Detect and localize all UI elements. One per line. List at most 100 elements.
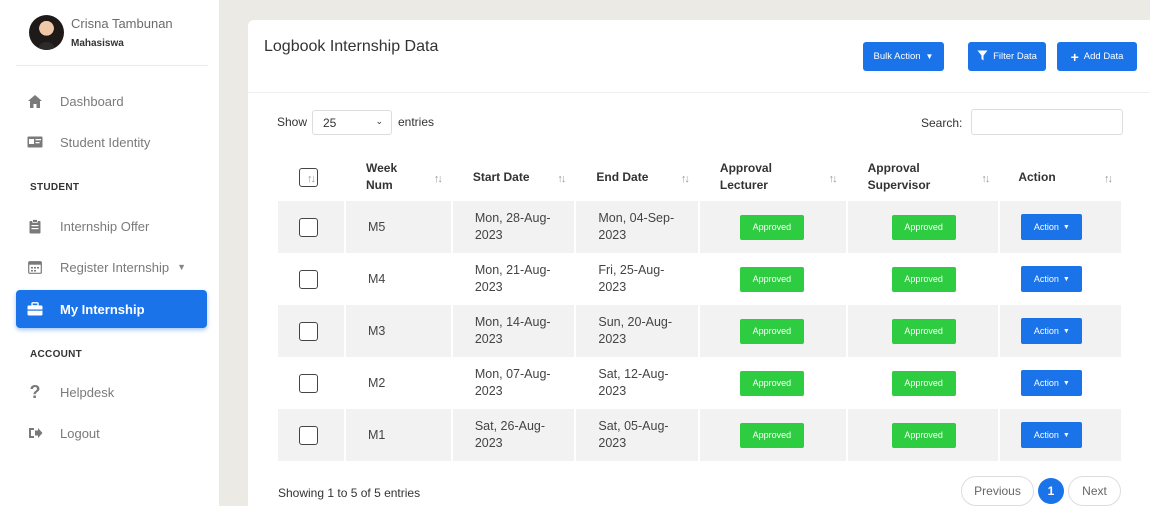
row-action-button[interactable]: Action ▼	[1021, 214, 1083, 240]
question-icon: ?	[29, 381, 41, 402]
sidebar-item-internship-offer[interactable]: Internship Offer	[16, 207, 207, 245]
section-student: STUDENT	[30, 182, 80, 193]
row-action-button[interactable]: Action ▼	[1021, 422, 1083, 448]
pagination-next[interactable]: Next	[1068, 476, 1121, 506]
row-checkbox[interactable]	[299, 269, 318, 289]
action-label: Action	[1033, 221, 1059, 232]
section-account: ACCOUNT	[30, 349, 83, 360]
search-input[interactable]	[971, 109, 1123, 135]
sort-icon: ↑↓	[828, 173, 838, 185]
chevron-down-icon: ⌄	[375, 116, 383, 126]
status-badge: Approved	[891, 370, 956, 396]
end-date-cell: Fri, 25-Aug-2023	[574, 253, 698, 305]
chevron-down-icon: ▼	[177, 262, 187, 272]
header-start-date[interactable]: Start Date ↑↓	[451, 153, 575, 201]
header-label: Week Num	[366, 161, 398, 192]
sidebar-item-label: Dashboard	[60, 93, 124, 109]
status-badge: Approved	[891, 318, 956, 344]
avatar	[29, 15, 64, 50]
action-cell: Action ▼	[998, 305, 1121, 357]
lecturer-approval-cell: Approved	[697, 305, 846, 357]
row-select-cell	[278, 409, 344, 461]
entries-select[interactable]: 25 ⌄	[312, 110, 392, 135]
header-end-date[interactable]: End Date ↑↓	[574, 153, 698, 201]
select-all-header[interactable]: ↑↓	[278, 153, 344, 201]
lecturer-approval-cell: Approved	[697, 201, 846, 253]
end-date-cell: Mon, 04-Sep-2023	[574, 201, 698, 253]
row-action-button[interactable]: Action ▼	[1021, 370, 1083, 396]
bulk-action-label: Bulk Action	[873, 51, 921, 62]
supervisor-approval-cell: Approved	[845, 201, 999, 253]
sidebar-item-my-internship[interactable]: My Internship	[16, 290, 207, 328]
row-checkbox[interactable]	[299, 321, 318, 341]
table-row: M2 Mon, 07-Aug-2023 Sat, 12-Aug-2023 App…	[278, 357, 1121, 409]
add-data-button[interactable]: + Add Data	[1057, 42, 1137, 71]
row-checkbox[interactable]	[299, 217, 318, 237]
search-label: Search:	[921, 116, 963, 130]
pagination-previous[interactable]: Previous	[961, 476, 1034, 506]
action-cell: Action ▼	[998, 409, 1121, 461]
status-badge: Approved	[739, 214, 804, 240]
sidebar-item-student-identity[interactable]: Student Identity	[16, 123, 207, 161]
status-badge: Approved	[891, 266, 956, 292]
row-action-button[interactable]: Action ▼	[1021, 318, 1083, 344]
supervisor-approval-cell: Approved	[845, 357, 999, 409]
filter-data-label: Filter Data	[993, 51, 1037, 62]
clipboard-icon	[26, 217, 44, 235]
start-date-cell: Mon, 07-Aug-2023	[450, 357, 575, 409]
sidebar-item-label: Logout	[60, 425, 100, 441]
pagination-page-1[interactable]: 1	[1038, 478, 1064, 504]
week-cell: M1	[344, 409, 451, 461]
status-badge: Approved	[739, 422, 804, 448]
header-action[interactable]: Action ↑↓	[998, 153, 1121, 201]
week-cell: M5	[344, 201, 451, 253]
chevron-down-icon: ▼	[1062, 275, 1070, 283]
row-select-cell	[278, 201, 344, 253]
user-profile: Crisna Tambunan Mahasiswa	[16, 8, 208, 66]
row-action-button[interactable]: Action ▼	[1021, 266, 1083, 292]
lecturer-approval-cell: Approved	[697, 409, 846, 461]
action-label: Action	[1033, 377, 1059, 388]
header-approval-supervisor[interactable]: Approval Supervisor ↑↓	[846, 153, 999, 201]
add-data-label: Add Data	[1083, 51, 1124, 62]
sidebar-item-register-internship[interactable]: Register Internship ▼	[16, 248, 207, 286]
action-cell: Action ▼	[998, 357, 1121, 409]
briefcase-icon	[26, 300, 44, 318]
row-select-cell	[278, 253, 344, 305]
chevron-down-icon: ▼	[1062, 223, 1070, 231]
sidebar-item-logout[interactable]: Logout	[16, 414, 207, 452]
row-checkbox[interactable]	[299, 425, 318, 445]
table-row: M1 Sat, 26-Aug-2023 Sat, 05-Aug-2023 App…	[278, 409, 1121, 461]
header-approval-lecturer[interactable]: Approval Lecturer ↑↓	[698, 153, 846, 201]
lecturer-approval-cell: Approved	[697, 357, 846, 409]
sort-icon: ↑↓	[1104, 173, 1113, 185]
end-date-cell: Sun, 20-Aug-2023	[574, 305, 698, 357]
week-cell: M3	[344, 305, 451, 357]
sidebar-item-helpdesk[interactable]: ? Helpdesk	[16, 373, 207, 411]
lecturer-approval-cell: Approved	[697, 253, 846, 305]
supervisor-approval-cell: Approved	[845, 305, 999, 357]
logout-icon	[26, 424, 44, 442]
row-checkbox[interactable]	[299, 373, 318, 393]
action-label: Action	[1033, 325, 1059, 336]
chevron-down-icon: ▼	[1062, 379, 1070, 387]
week-cell: M2	[344, 357, 451, 409]
start-date-cell: Mon, 21-Aug-2023	[450, 253, 575, 305]
table-row: M4 Mon, 21-Aug-2023 Fri, 25-Aug-2023 App…	[278, 253, 1121, 305]
header-label: Start Date	[472, 169, 530, 184]
show-label: Show	[277, 115, 308, 129]
start-date-cell: Mon, 28-Aug-2023	[450, 201, 575, 253]
sort-icon: ↑↓	[981, 173, 990, 185]
sidebar-item-label: Internship Offer	[60, 218, 150, 234]
action-label: Action	[1033, 429, 1059, 440]
chevron-down-icon: ▼	[1062, 431, 1070, 439]
sidebar-item-label: My Internship	[60, 301, 145, 317]
action-cell: Action ▼	[998, 201, 1121, 253]
status-badge: Approved	[891, 214, 956, 240]
sort-icon: ↑↓	[433, 173, 443, 185]
bulk-action-button[interactable]: Bulk Action ▼	[863, 42, 944, 71]
sidebar: Crisna Tambunan Mahasiswa Dashboard Stud…	[0, 0, 219, 506]
filter-data-button[interactable]: Filter Data	[968, 42, 1046, 71]
sidebar-item-dashboard[interactable]: Dashboard	[16, 82, 207, 120]
header-week-num[interactable]: Week Num ↑↓	[344, 153, 451, 201]
